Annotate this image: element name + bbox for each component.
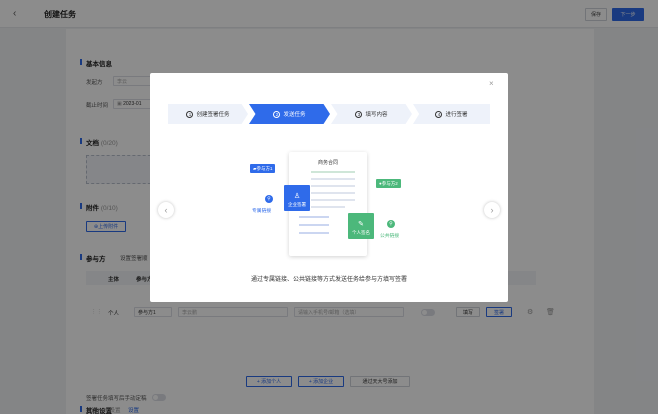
person-sign-block: ✎ 个人签名 [348,213,374,239]
exclusive-link-label: 专属链接 [252,209,272,214]
chevron-right-icon: › [490,205,494,215]
party1-tag: ▰ 参与方1 [250,164,276,173]
step-indicator: 1 创建签署任务 2 发送任务 3 填写内容 4 进行签署 [168,104,490,124]
public-link-label: 公共链接 [380,234,400,239]
carousel-next-button[interactable]: › [484,202,500,218]
link-icon-green: ⚲ [387,220,395,228]
party2-tag: ● 参与方2 [376,179,401,188]
step-4: 4 进行签署 [413,104,490,124]
send-task-illustration: 商务合同 ▰ 参与方1 ● 参与方2 ♙ 企业签署 ✎ 个人签名 ⚲ ⚲ 专属链接 … [246,148,416,266]
close-icon[interactable]: × [489,79,494,88]
step-3: 3 填写内容 [331,104,412,124]
contract-title: 商务合同 [317,160,338,166]
guide-dialog: × 1 创建签署任务 2 发送任务 3 填写内容 4 进行签署 ‹ › 商务合同 ▰ 参… [150,73,508,302]
step-1: 1 创建签署任务 [168,104,248,124]
pen-icon: ✎ [358,221,364,228]
step-2-active: 2 发送任务 [249,104,330,124]
carousel-prev-button[interactable]: ‹ [158,202,174,218]
chevron-left-icon: ‹ [164,205,168,215]
company-icon: ♙ [293,193,301,200]
link-icon-blue: ⚲ [265,195,273,203]
step-description: 通过专属链接、公共链接等方式发送任务给参与方填写签署 [250,277,407,283]
company-sign-block: ♙ 企业签署 [284,185,310,211]
